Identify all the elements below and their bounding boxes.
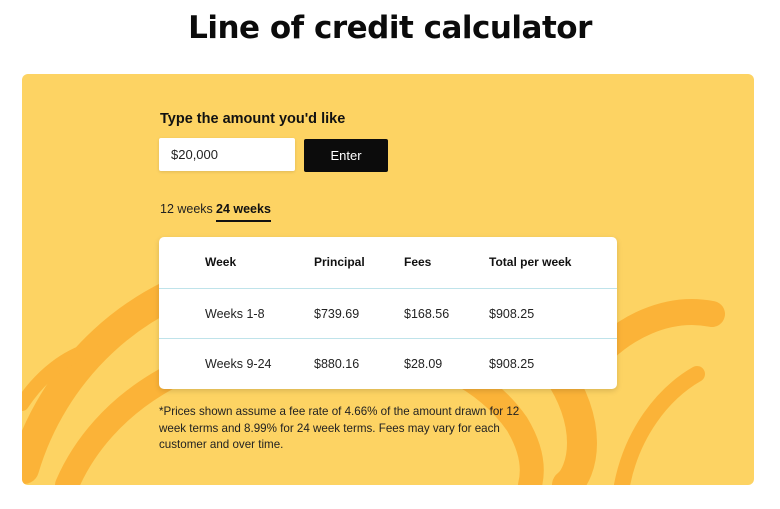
cell-principal: $880.16: [314, 357, 360, 371]
table-header-row: Week Principal Fees Total per week: [159, 237, 617, 287]
amount-input[interactable]: [159, 138, 295, 171]
payment-table: Week Principal Fees Total per week Weeks…: [159, 237, 617, 389]
table-row: Weeks 1-8 $739.69 $168.56 $908.25: [159, 288, 617, 338]
cell-principal: $739.69: [314, 307, 360, 321]
cell-week: Weeks 1-8: [205, 307, 265, 321]
header-week: Week: [205, 255, 237, 269]
header-total-per-week: Total per week: [489, 255, 572, 269]
enter-button[interactable]: Enter: [304, 139, 388, 172]
cell-week: Weeks 9-24: [205, 357, 272, 371]
page-title: Line of credit calculator: [188, 10, 592, 46]
header-fees: Fees: [404, 255, 432, 269]
tab-24-weeks[interactable]: 24 weeks: [216, 202, 271, 222]
tab-12-weeks[interactable]: 12 weeks: [160, 202, 213, 220]
table-row: Weeks 9-24 $880.16 $28.09 $908.25: [159, 338, 617, 388]
cell-total-per-week: $908.25: [489, 307, 535, 321]
cell-fees: $28.09: [404, 357, 443, 371]
calculator-panel: Type the amount you'd like Enter 12 week…: [22, 74, 754, 485]
cell-fees: $168.56: [404, 307, 450, 321]
cell-total-per-week: $908.25: [489, 357, 535, 371]
amount-label: Type the amount you'd like: [160, 111, 346, 127]
pricing-footnote: *Prices shown assume a fee rate of 4.66%…: [159, 405, 520, 451]
header-principal: Principal: [314, 255, 365, 269]
